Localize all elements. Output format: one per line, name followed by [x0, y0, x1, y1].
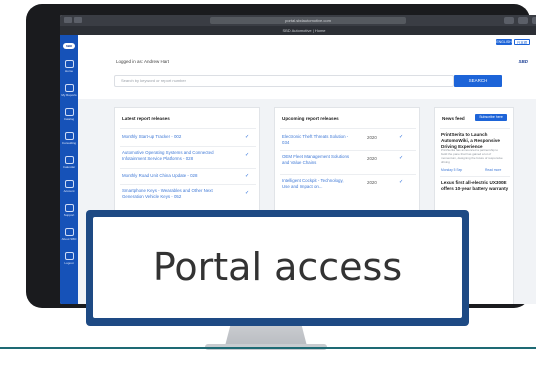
notify-icon[interactable]: ✓ [399, 179, 403, 185]
divider [120, 128, 256, 129]
marketing-graphic: portal.sbdautomotive.com SBD Automotive … [0, 0, 536, 374]
upcoming-report-link[interactable]: Electronic Theft Threats Solution - 034 [282, 134, 352, 146]
sidebar-item-consulting[interactable]: Consulting [60, 129, 78, 151]
latest-report-link[interactable]: Monthly Road Unit China Update - 028 [122, 173, 232, 179]
divider [120, 184, 256, 185]
divider [440, 176, 510, 177]
sidebar-item-account[interactable]: Account [60, 177, 78, 199]
upcoming-report-link[interactable]: Intelligent Cockpit - Technology, Use an… [282, 178, 352, 190]
divider [280, 128, 416, 129]
callout-title: Portal access [152, 245, 403, 289]
app-sidebar: SBD Home My Reports Catalog Consulting C… [60, 35, 78, 304]
news-item-title[interactable]: Lexus first all-electric UX300E offers 1… [441, 180, 509, 192]
back-icon[interactable] [64, 17, 72, 23]
download-icon[interactable]: ✓ [245, 190, 249, 196]
release-year: 2020 [367, 180, 377, 185]
sidebar-item-calendar[interactable]: Calendar [60, 153, 78, 175]
download-icon[interactable]: ✓ [245, 152, 249, 158]
sidebar-item-home[interactable]: Home [60, 57, 78, 79]
upcoming-releases-title: Upcoming report releases [282, 116, 339, 121]
upcoming-report-link[interactable]: OEM Fleet Management Solutions and Value… [282, 154, 352, 166]
divider-line [0, 347, 536, 349]
search-button[interactable]: SEARCH [454, 75, 502, 87]
info-icon [64, 228, 74, 236]
callout-inner: Portal access [93, 217, 462, 318]
reports-icon [64, 84, 74, 92]
browser-tab[interactable]: SBD Automotive | Home [60, 26, 536, 35]
latest-report-link[interactable]: Monthly Start-up Tracker - 002 [122, 134, 232, 140]
divider [440, 128, 510, 129]
sidebar-item-support[interactable]: Support [60, 201, 78, 223]
search-input[interactable]: Search by keyword or report number [114, 75, 454, 87]
browser-toolbar: portal.sbdautomotive.com [60, 15, 536, 26]
add-tab-icon[interactable] [518, 17, 528, 24]
catalog-icon [64, 108, 74, 116]
release-year: 2020 [367, 135, 377, 140]
user-icon [64, 180, 74, 188]
download-icon[interactable]: ✓ [245, 134, 249, 140]
latest-releases-title: Latest report releases [122, 116, 170, 121]
notify-icon[interactable]: ✓ [399, 134, 403, 140]
news-item-date: Monday 5 Sep [441, 168, 463, 172]
sidebar-item-logout[interactable]: Logout [60, 249, 78, 271]
forward-icon[interactable] [74, 17, 82, 23]
latest-report-link[interactable]: Automotive Operating Systems and Connect… [122, 150, 232, 162]
sidebar-item-about[interactable]: About SBD [60, 225, 78, 247]
sidebar-logo: SBD [63, 43, 75, 49]
logged-in-text: Logged in as: Andrew Hart [116, 59, 170, 64]
read-more-link[interactable]: Read more [485, 168, 501, 172]
lang-english-button[interactable]: ENGLISH [496, 39, 512, 45]
brand-logo: SBD [518, 59, 528, 64]
sidebar-item-my-reports[interactable]: My Reports [60, 81, 78, 103]
share-icon[interactable] [504, 17, 514, 24]
release-year: 2020 [367, 156, 377, 161]
latest-report-link[interactable]: Smartphone Keys - Wearables and Other Ne… [122, 188, 232, 200]
news-feed-title: News feed [442, 116, 465, 121]
divider [120, 146, 256, 147]
divider [120, 168, 256, 169]
divider [280, 174, 416, 175]
download-icon[interactable]: ✓ [245, 173, 249, 179]
divider [280, 150, 416, 151]
sidebar-item-catalog[interactable]: Catalog [60, 105, 78, 127]
tabs-icon[interactable] [532, 17, 536, 24]
calendar-icon [64, 156, 74, 164]
address-bar[interactable]: portal.sbdautomotive.com [210, 17, 406, 24]
callout-box: Portal access [86, 210, 469, 326]
help-icon [64, 204, 74, 212]
consulting-icon [64, 132, 74, 140]
news-item-summary: PrintSerita has announced a partnership … [441, 148, 503, 164]
subscribe-button[interactable]: Subscribe here [475, 114, 507, 121]
logout-icon [64, 252, 74, 260]
home-icon [64, 60, 74, 68]
lang-japanese-button[interactable]: 日本語 [514, 39, 530, 45]
notify-icon[interactable]: ✓ [399, 155, 403, 161]
